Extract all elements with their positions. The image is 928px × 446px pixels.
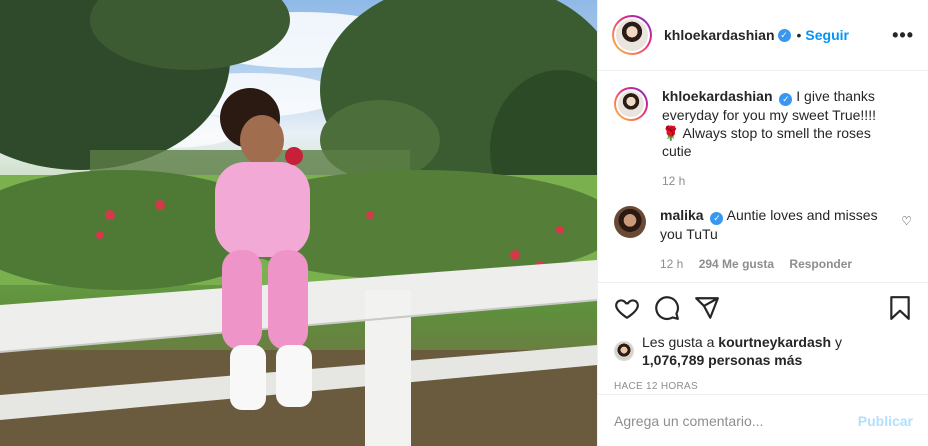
- comment-input[interactable]: [614, 412, 858, 429]
- bookmark-save-icon[interactable]: [887, 295, 913, 321]
- post-photo[interactable]: [0, 0, 597, 446]
- add-comment-bar: Publicar: [598, 394, 928, 446]
- liker-avatar[interactable]: [614, 341, 634, 361]
- post-timestamp[interactable]: HACE 12 HORAS: [614, 381, 913, 392]
- comment-meta: 12 h 294 Me gusta Responder: [660, 257, 888, 271]
- post-header: khloekardashian ✓ • Seguir •••: [598, 0, 928, 71]
- verified-badge-icon: ✓: [777, 28, 791, 42]
- verified-badge-icon: ✓: [779, 93, 793, 106]
- share-send-icon[interactable]: [694, 295, 720, 321]
- comment-bubble-icon[interactable]: [654, 295, 680, 321]
- like-heart-icon[interactable]: [614, 295, 640, 321]
- comment-text-block: malika ✓ Auntie loves and misses you TuT…: [660, 206, 888, 243]
- commenter-avatar[interactable]: [614, 206, 646, 238]
- commenter-username[interactable]: malika: [660, 207, 704, 223]
- action-icons-row: [614, 295, 913, 321]
- likes-prefix: Les gusta a: [642, 334, 715, 350]
- reply-button[interactable]: Responder: [789, 257, 852, 271]
- comment-like-icon[interactable]: ♡: [901, 214, 912, 228]
- liker-username[interactable]: kourtneykardash: [718, 334, 831, 350]
- photo-illustration: [0, 0, 597, 446]
- more-options-icon[interactable]: •••: [892, 25, 914, 46]
- comment-item: malika ✓ Auntie loves and misses you TuT…: [614, 206, 912, 271]
- caption-author[interactable]: khloekardashian: [662, 88, 773, 104]
- post-actions: Les gusta a kourtneykardash y 1,076,789 …: [598, 282, 928, 392]
- follow-button[interactable]: Seguir: [805, 27, 849, 43]
- caption-time[interactable]: 12 h: [662, 174, 685, 188]
- likes-connector: y: [835, 334, 842, 350]
- likes-count[interactable]: 1,076,789 personas más: [642, 352, 802, 368]
- caption-comment: khloekardashian ✓ I give thanks everyday…: [614, 87, 912, 188]
- author-avatar[interactable]: [612, 15, 652, 55]
- comment-likes[interactable]: 294 Me gusta: [699, 257, 774, 271]
- comments-section: khloekardashian ✓ I give thanks everyday…: [598, 71, 928, 281]
- likes-text: Les gusta a kourtneykardash y 1,076,789 …: [642, 333, 872, 369]
- verified-badge-icon: ✓: [710, 212, 724, 225]
- publish-button[interactable]: Publicar: [858, 413, 913, 429]
- comment-time[interactable]: 12 h: [660, 257, 683, 271]
- post-side-panel: khloekardashian ✓ • Seguir ••• khloekard…: [597, 0, 928, 446]
- caption-meta: 12 h: [662, 174, 890, 188]
- caption-text-block: khloekardashian ✓ I give thanks everyday…: [662, 87, 890, 160]
- separator-dot: •: [796, 27, 802, 43]
- caption-author-avatar[interactable]: [614, 87, 648, 121]
- likes-summary: Les gusta a kourtneykardash y 1,076,789 …: [614, 333, 913, 369]
- author-username[interactable]: khloekardashian: [664, 27, 775, 43]
